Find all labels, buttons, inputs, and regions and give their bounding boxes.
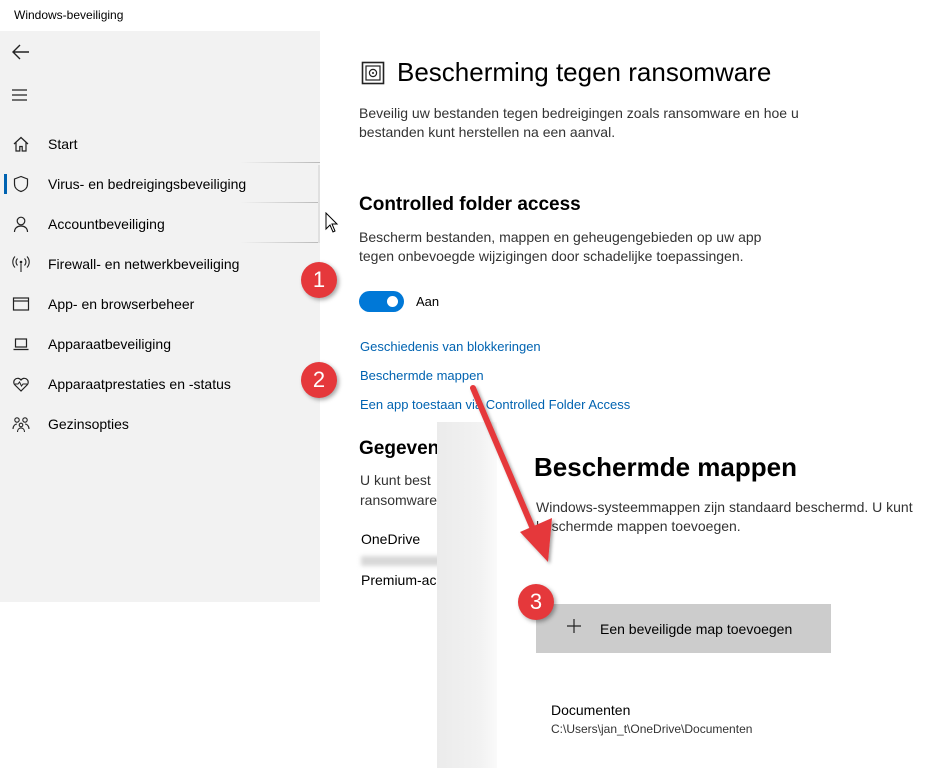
page-description: Beveilig uw bestanden tegen bedreigingen… bbox=[359, 105, 799, 140]
protected-folders-link[interactable]: Beschermde mappen bbox=[360, 368, 484, 383]
sidebar-item-label: Start bbox=[48, 136, 78, 152]
page-title: Bescherming tegen ransomware bbox=[397, 57, 772, 87]
folder-path: C:\Users\jan_t\OneDrive\Documenten bbox=[551, 722, 753, 736]
sidebar-item-label: Accountbeveiliging bbox=[48, 216, 165, 232]
overlay-panel-shadow bbox=[437, 422, 499, 768]
ransomware-protection-icon bbox=[361, 61, 385, 85]
onedrive-label: OneDrive bbox=[361, 531, 421, 547]
window-title: Windows-beveiliging bbox=[14, 8, 124, 22]
sidebar-item-start[interactable]: Start bbox=[0, 124, 320, 164]
laptop-icon bbox=[12, 335, 30, 353]
block-history-link[interactable]: Geschiedenis van blokkeringen bbox=[360, 339, 541, 354]
browser-window-icon bbox=[12, 295, 30, 313]
sidebar-nav: Start Virus- en bedreigingsbeveiliging A… bbox=[0, 31, 320, 602]
cfa-toggle[interactable] bbox=[359, 291, 404, 312]
cfa-section-title: Controlled folder access bbox=[359, 194, 581, 215]
cfa-toggle-label: Aan bbox=[416, 294, 440, 309]
hover-highlight-bottom bbox=[240, 242, 320, 243]
add-protected-folder-button[interactable]: Een beveiligde map toevoegen bbox=[536, 604, 831, 653]
plus-icon bbox=[566, 618, 582, 634]
sidebar-item-label: Apparaatprestaties en -status bbox=[48, 376, 231, 392]
home-icon bbox=[12, 135, 30, 153]
protected-folders-description: Windows-systeemmappen zijn standaard bes… bbox=[536, 499, 913, 534]
add-folder-label: Een beveiligde map toevoegen bbox=[600, 621, 793, 637]
sidebar-item-label: Virus- en bedreigingsbeveiliging bbox=[48, 176, 247, 192]
sidebar-item-device-security[interactable]: Apparaatbeveiliging bbox=[0, 324, 320, 364]
active-indicator bbox=[4, 174, 7, 194]
hover-highlight-top bbox=[240, 162, 320, 163]
sidebar-item-label: Firewall- en netwerkbeveiliging bbox=[48, 256, 240, 272]
sidebar-item-label: Apparaatbeveiliging bbox=[48, 336, 171, 352]
hover-highlight-middle bbox=[240, 202, 320, 203]
folder-name[interactable]: Documenten bbox=[551, 702, 630, 718]
allow-app-link[interactable]: Een app toestaan via Controlled Folder A… bbox=[360, 397, 630, 412]
annotation-badge-2: 2 bbox=[301, 362, 337, 398]
blurred-account-email bbox=[361, 556, 441, 566]
mouse-cursor-icon bbox=[325, 211, 339, 234]
sidebar-item-firewall[interactable]: Firewall- en netwerkbeveiliging bbox=[0, 244, 320, 284]
premium-account-label: Premium-ac bbox=[361, 572, 437, 588]
sidebar-item-label: Gezinsopties bbox=[48, 416, 129, 432]
sidebar-hover-edge bbox=[318, 165, 320, 243]
protected-folders-title: Beschermde mappen bbox=[534, 452, 797, 482]
antenna-icon bbox=[12, 255, 30, 273]
hamburger-menu-icon[interactable] bbox=[10, 86, 30, 104]
shield-icon bbox=[12, 175, 30, 193]
family-icon bbox=[12, 415, 30, 433]
sidebar-item-account[interactable]: Accountbeveiliging bbox=[0, 204, 320, 244]
sidebar-item-app-browser[interactable]: App- en browserbeheer bbox=[0, 284, 320, 324]
sidebar-item-virus-protection[interactable]: Virus- en bedreigingsbeveiliging bbox=[0, 164, 320, 204]
annotation-badge-3: 3 bbox=[518, 584, 554, 620]
recovery-description-line2: ransomware bbox=[360, 492, 438, 508]
sidebar-item-label: App- en browserbeheer bbox=[48, 296, 195, 312]
recovery-section-title: Gegeven bbox=[359, 438, 440, 459]
sidebar-item-device-performance[interactable]: Apparaatprestaties en -status bbox=[0, 364, 320, 404]
cfa-section-description: Bescherm bestanden, mappen en geheugenge… bbox=[359, 229, 762, 264]
sidebar-item-family[interactable]: Gezinsopties bbox=[0, 404, 320, 444]
back-arrow-icon[interactable] bbox=[10, 41, 32, 63]
person-icon bbox=[12, 215, 30, 233]
toggle-knob bbox=[387, 296, 398, 307]
annotation-badge-1: 1 bbox=[301, 262, 337, 298]
heart-pulse-icon bbox=[12, 375, 30, 393]
recovery-description-line1: U kunt best bbox=[360, 472, 431, 488]
